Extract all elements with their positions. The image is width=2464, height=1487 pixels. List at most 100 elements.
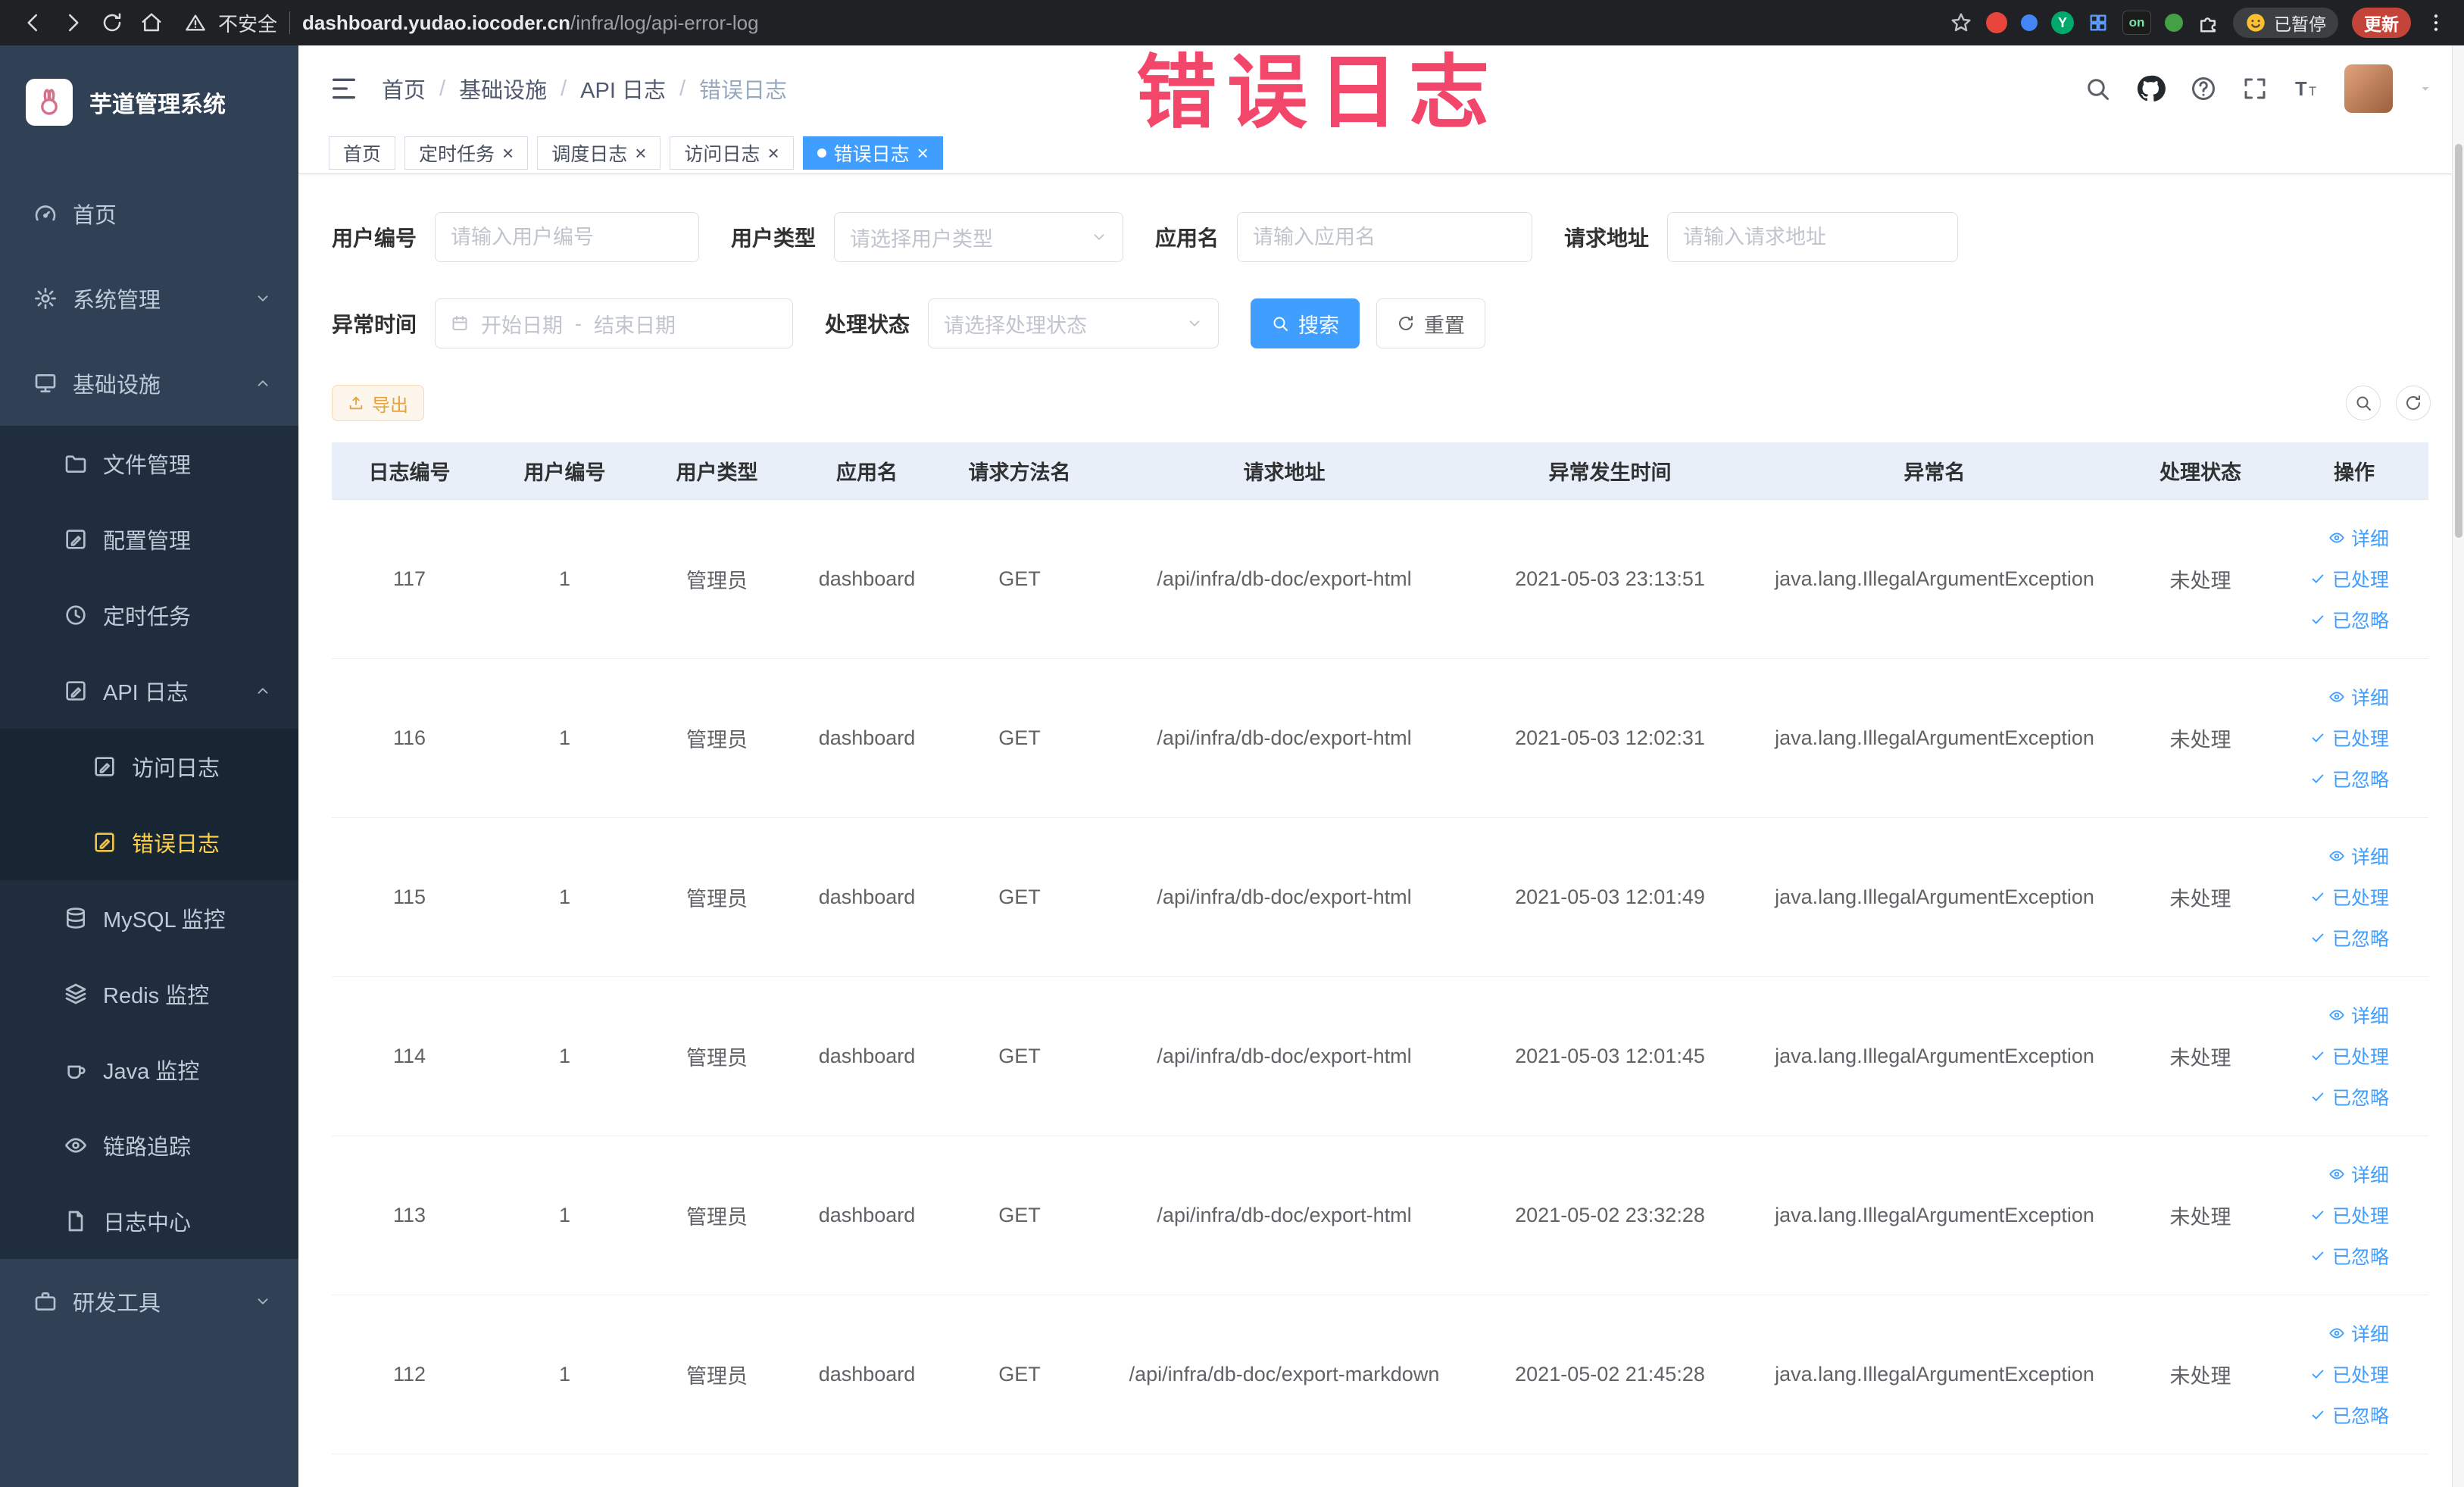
action-mark-ignored[interactable]: 已忽略 <box>2309 606 2389 633</box>
font-size-icon[interactable]: TT <box>2293 75 2320 102</box>
tab-4[interactable]: 错误日志 × <box>802 136 943 170</box>
sidebar-item-redis[interactable]: Redis 监控 <box>0 956 298 1032</box>
breadcrumb-item[interactable]: API 日志 <box>580 73 666 105</box>
sidebar-item-log-center[interactable]: 日志中心 <box>0 1183 298 1259</box>
user-id-label: 用户编号 <box>332 226 417 250</box>
sidebar-item-java[interactable]: Java 监控 <box>0 1032 298 1107</box>
action-label: 已处理 <box>2331 1206 2389 1227</box>
svg-text:T: T <box>2309 85 2316 98</box>
action-mark-processed[interactable]: 已处理 <box>2309 1201 2389 1229</box>
action-mark-processed[interactable]: 已处理 <box>2309 1360 2389 1388</box>
cell-method: GET <box>942 658 1097 818</box>
action-label: 已忽略 <box>2331 611 2389 632</box>
process-status-select[interactable]: 请选择处理状态 <box>928 298 1220 348</box>
search-button[interactable]: 搜索 <box>1251 298 1360 348</box>
browser-home-button[interactable] <box>135 6 168 39</box>
request-url-input[interactable] <box>1667 212 1959 262</box>
sidebar-item-config[interactable]: 配置管理 <box>0 501 298 577</box>
sidebar-item-dev-tools[interactable]: 研发工具 <box>0 1259 298 1344</box>
security-label: 不安全 <box>218 12 278 36</box>
user-avatar[interactable] <box>2344 64 2393 113</box>
cell-exception: java.lang.IllegalArgumentException <box>1748 658 2121 818</box>
sidebar-item-mysql[interactable]: MySQL 监控 <box>0 880 298 956</box>
user-id-input[interactable] <box>435 212 700 262</box>
action-mark-processed[interactable]: 已处理 <box>2309 724 2389 751</box>
paused-badge[interactable]: 已暂停 <box>2233 8 2338 38</box>
help-icon[interactable] <box>2190 75 2217 102</box>
action-detail[interactable]: 详细 <box>2328 1001 2389 1029</box>
eye-icon <box>64 1133 88 1157</box>
browser-chrome: 不安全 dashboard.yudao.iocoder.cn/infra/log… <box>0 0 2464 45</box>
sidebar-item-error-log[interactable]: 错误日志 <box>0 804 298 880</box>
action-mark-ignored[interactable]: 已忽略 <box>2309 1083 2389 1111</box>
export-button[interactable]: 导出 <box>332 385 424 421</box>
user-type-select[interactable]: 请选择用户类型 <box>834 212 1124 262</box>
action-label: 已忽略 <box>2331 929 2389 950</box>
browser-menu-kebab-icon[interactable] <box>2425 11 2447 34</box>
sidebar-item-home[interactable]: 首页 <box>0 171 298 256</box>
browser-back-button[interactable] <box>17 6 50 39</box>
action-detail[interactable]: 详细 <box>2328 1161 2389 1188</box>
select-arrow-icon <box>1186 315 1203 332</box>
browser-forward-button[interactable] <box>56 6 89 39</box>
tab-1[interactable]: 定时任务 × <box>404 136 529 170</box>
app-logo[interactable]: 芋道管理系统 <box>0 45 298 159</box>
action-mark-processed[interactable]: 已处理 <box>2309 565 2389 592</box>
extension-blue-icon[interactable] <box>2021 14 2038 31</box>
breadcrumb-item[interactable]: 基础设施 <box>459 73 547 105</box>
action-label: 详细 <box>2350 1006 2389 1027</box>
action-mark-ignored[interactable]: 已忽略 <box>2309 1401 2389 1429</box>
extension-red-icon[interactable] <box>1986 12 2007 33</box>
app-name-input[interactable] <box>1237 212 1533 262</box>
extension-on-badge[interactable]: on <box>2122 11 2151 35</box>
sidebar-item-file[interactable]: 文件管理 <box>0 426 298 501</box>
github-icon[interactable] <box>2135 73 2166 104</box>
column-header: 用户编号 <box>487 442 642 500</box>
close-tab-icon[interactable]: × <box>502 143 514 163</box>
toggle-search-button[interactable] <box>2346 386 2381 420</box>
chevron-down-icon[interactable] <box>2417 80 2434 97</box>
tab-3[interactable]: 访问日志 × <box>670 136 794 170</box>
sidebar-item-system[interactable]: 系统管理 <box>0 256 298 341</box>
action-label: 已忽略 <box>2331 1088 2389 1109</box>
refresh-table-button[interactable] <box>2396 386 2431 420</box>
extensions-puzzle-icon[interactable] <box>2197 11 2219 34</box>
scrollbar-thumb[interactable] <box>2455 144 2462 538</box>
page-scrollbar[interactable] <box>2452 45 2464 1487</box>
close-tab-icon[interactable]: × <box>917 143 929 163</box>
extension-grid-icon[interactable] <box>2088 12 2109 33</box>
sidebar-item-trace[interactable]: 链路追踪 <box>0 1107 298 1183</box>
fullscreen-icon[interactable] <box>2241 75 2269 102</box>
sidebar-item-access-log[interactable]: 访问日志 <box>0 729 298 804</box>
sidebar-item-infra[interactable]: 基础设施 <box>0 341 298 426</box>
close-tab-icon[interactable]: × <box>635 143 646 163</box>
action-detail[interactable]: 详细 <box>2328 842 2389 870</box>
action-mark-processed[interactable]: 已处理 <box>2309 883 2389 911</box>
address-bar[interactable]: 不安全 dashboard.yudao.iocoder.cn/infra/log… <box>174 9 1944 37</box>
sidebar-item-job[interactable]: 定时任务 <box>0 577 298 653</box>
tab-0[interactable]: 首页 <box>329 136 396 170</box>
sidebar-item-label: 文件管理 <box>103 454 192 478</box>
extension-leaf-icon[interactable] <box>2165 14 2183 32</box>
sidebar-item-label: Redis 监控 <box>103 984 210 1008</box>
browser-reload-button[interactable] <box>95 6 129 39</box>
tab-2[interactable]: 调度日志 × <box>537 136 661 170</box>
table-row: 115 1 管理员 dashboard GET/api/infra/db-doc/exp… <box>332 817 2428 977</box>
collapse-sidebar-icon[interactable] <box>329 73 359 104</box>
bookmark-star-icon[interactable] <box>1950 11 1972 34</box>
action-mark-ignored[interactable]: 已忽略 <box>2309 765 2389 792</box>
action-mark-ignored[interactable]: 已忽略 <box>2309 924 2389 951</box>
date-range-picker[interactable]: 开始日期 - 结束日期 <box>435 298 794 348</box>
action-detail[interactable]: 详细 <box>2328 1320 2389 1347</box>
action-mark-ignored[interactable]: 已忽略 <box>2309 1242 2389 1270</box>
close-tab-icon[interactable]: × <box>767 143 779 163</box>
action-detail[interactable]: 详细 <box>2328 524 2389 551</box>
action-detail[interactable]: 详细 <box>2328 683 2389 711</box>
sidebar-item-api-log[interactable]: API 日志 <box>0 653 298 729</box>
search-icon[interactable] <box>2084 75 2111 102</box>
action-mark-processed[interactable]: 已处理 <box>2309 1042 2389 1070</box>
reset-button[interactable]: 重置 <box>1376 298 1486 348</box>
update-button[interactable]: 更新 <box>2352 8 2411 38</box>
breadcrumb-item[interactable]: 首页 <box>382 73 426 105</box>
extension-green-icon[interactable]: Y <box>2051 11 2074 34</box>
